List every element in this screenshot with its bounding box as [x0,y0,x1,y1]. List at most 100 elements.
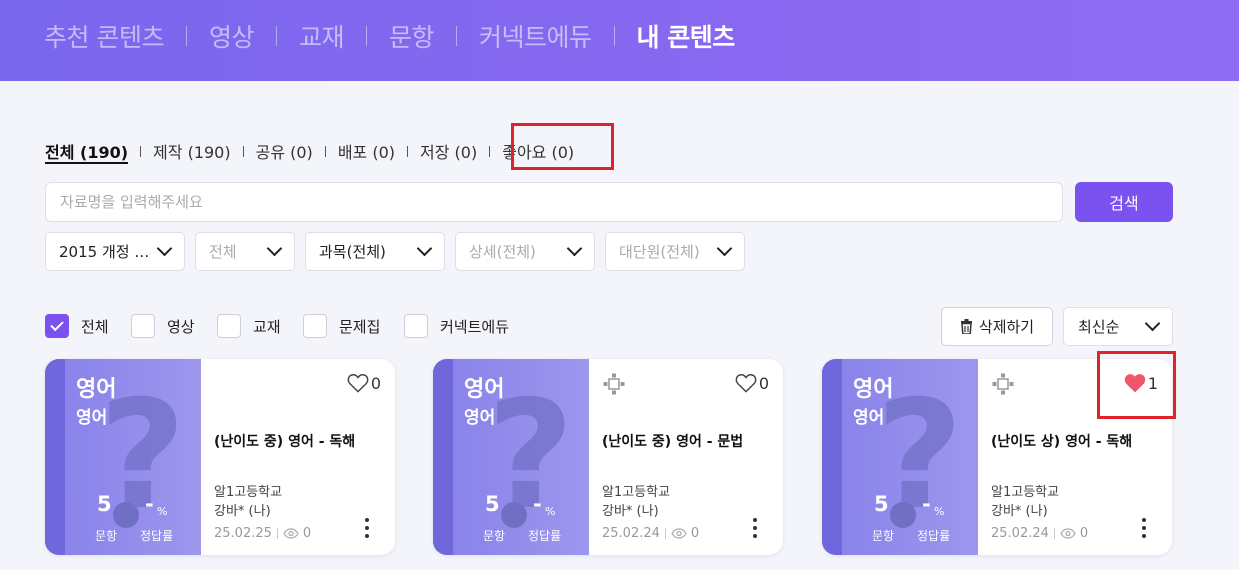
share-network-icon[interactable] [603,373,625,395]
card-sub-subject: 영어 [853,408,885,428]
tab-connect-edu[interactable]: 커넥트에듀 [479,18,592,54]
question-count: 5 [874,492,889,516]
correct-rate-label: 정답률 [917,529,951,543]
checkbox[interactable] [404,314,428,338]
type-filter-label: 영상 [167,317,195,336]
nav-divider [456,26,457,46]
card-school: 알1고등학교 [602,485,671,500]
more-options-icon[interactable] [753,518,757,538]
like-button[interactable]: 0 [735,373,769,393]
subject-select-label: 과목(전체) [319,243,386,261]
tab-textbook[interactable]: 교재 [299,18,345,54]
type-filter-all[interactable]: 전체 [45,314,109,338]
card-title[interactable]: (난이도 중) 영어 - 문법 [602,431,743,451]
heart-outline-icon [735,373,757,393]
correct-rate-unit: % [545,505,556,518]
search-button[interactable]: 검색 [1075,182,1173,222]
type-filter-label: 교재 [253,317,281,336]
filter-divider [407,145,409,157]
heart-outline-icon [347,373,369,393]
type-filter-textbook[interactable]: 교재 [217,314,281,338]
correct-rate-label: 정답률 [140,529,174,543]
correct-rate: - [145,492,154,516]
meta-divider [1053,528,1055,539]
delete-button-label: 삭제하기 [978,318,1035,336]
nav-divider [613,26,615,46]
content-card[interactable]: ? 영어 영어 5 - % 문항 정답률 0 (난이도 중) 영어 - 문법 알… [433,359,783,555]
stat-dot [501,502,527,528]
checkbox-checked[interactable] [45,314,69,338]
card-date: 25.02.25 [214,526,272,541]
question-count-label: 문항 [95,529,118,543]
checkbox[interactable] [217,314,241,338]
filter-tab-all[interactable]: 전체 (190) [45,139,128,163]
question-count-label: 문항 [872,529,895,543]
question-mark-graphic: ? [487,369,575,543]
subject-select[interactable]: 과목(전체) [305,232,445,271]
tab-recommended[interactable]: 추천 콘텐츠 [44,18,164,54]
sort-select[interactable]: 최신순 [1063,307,1173,346]
detail-select-label: 상세(전체) [469,243,536,261]
card-views: 0 [1079,526,1089,541]
card-thumbnail: ? 영어 영어 5 - % 문항 정답률 [45,359,201,555]
eye-icon [1060,528,1076,539]
eye-icon [283,528,299,539]
share-network-icon[interactable] [992,373,1014,395]
like-count: 0 [370,373,381,393]
nav-divider [275,26,277,46]
type-filter-label: 문제집 [339,317,381,336]
card-subject: 영어 [464,377,505,402]
question-count: 5 [97,492,112,516]
tab-my-content[interactable]: 내 콘텐츠 [637,18,736,54]
card-title[interactable]: (난이도 상) 영어 - 독해 [991,431,1132,451]
like-button[interactable]: 0 [347,373,381,393]
filter-tab-created[interactable]: 제작 (190) [153,139,231,163]
more-options-icon[interactable] [1142,518,1146,538]
grade-select[interactable]: 전체 [195,232,295,271]
nav-divider [185,26,187,46]
more-options-icon[interactable] [365,518,369,538]
search-input[interactable] [46,183,1062,221]
like-count: 0 [758,373,769,393]
delete-button[interactable]: 삭제하기 [941,307,1053,346]
question-count: 5 [485,492,500,516]
chevron-down-icon [1144,315,1161,332]
correct-rate-unit: % [934,505,945,518]
filter-divider [489,145,491,157]
unit-select[interactable]: 대단원(전체) [605,232,745,271]
checkbox[interactable] [131,314,155,338]
correct-rate: - [922,492,931,516]
question-mark-graphic: ? [99,369,187,543]
chevron-down-icon [266,240,283,257]
curriculum-select[interactable]: 2015 개정 … [45,232,185,271]
trash-icon [960,319,972,334]
card-title[interactable]: (난이도 중) 영어 - 독해 [214,431,355,451]
filter-tab-saved[interactable]: 저장 (0) [420,139,477,163]
tab-questions[interactable]: 문항 [389,18,435,54]
correct-rate-unit: % [157,505,168,518]
type-filter-workbook[interactable]: 문제집 [303,314,380,338]
filter-tab-distributed[interactable]: 배포 (0) [338,139,395,163]
chevron-down-icon [716,240,733,257]
checkbox[interactable] [303,314,327,338]
stat-dot [890,502,916,528]
card-subject: 영어 [853,377,894,402]
question-mark-graphic: ? [876,369,964,543]
content-card[interactable]: ? 영어 영어 5 - % 문항 정답률 0 (난이도 중) 영어 - 독해 알… [45,359,395,555]
question-count-label: 문항 [483,529,506,543]
card-author: 강바* (나) [214,504,271,519]
tab-video[interactable]: 영상 [209,18,255,54]
filter-tab-shared[interactable]: 공유 (0) [256,139,313,163]
card-date: 25.02.24 [602,526,660,541]
type-filter-video[interactable]: 영상 [131,314,195,338]
card-subject: 영어 [76,377,117,402]
card-thumbnail: ? 영어 영어 5 - % 문항 정답률 [822,359,978,555]
filter-divider [242,145,244,157]
card-date: 25.02.24 [991,526,1049,541]
detail-select[interactable]: 상세(전체) [455,232,595,271]
type-filter-connect-edu[interactable]: 커넥트에듀 [404,314,509,338]
card-views: 0 [690,526,700,541]
top-nav: 추천 콘텐츠 영상 교재 문항 커넥트에듀 내 콘텐츠 [0,0,1239,81]
card-meta: 25.02.24 0 [602,526,699,541]
meta-divider [664,528,666,539]
